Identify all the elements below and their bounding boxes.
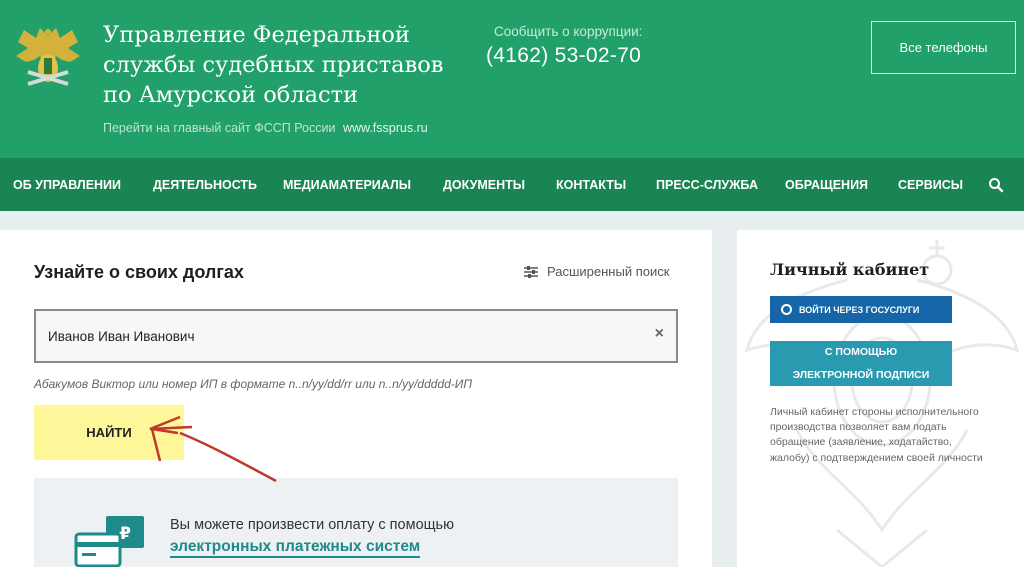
search-box: × (34, 309, 678, 363)
find-button[interactable]: НАЙТИ (34, 405, 184, 460)
nav-item-services[interactable]: СЕРВИСЫ (898, 178, 963, 192)
main-site-link[interactable]: Перейти на главный сайт ФССП России www.… (103, 121, 428, 135)
nav-item-appeals[interactable]: ОБРАЩЕНИЯ (785, 178, 868, 192)
cabinet-title: Личный кабинет (770, 260, 930, 279)
signature-line-1[interactable]: С ПОМОЩЬЮ (825, 346, 897, 358)
nav-item-press[interactable]: ПРЕСС-СЛУЖБА (656, 178, 758, 192)
digital-signature-button[interactable]: С ПОМОЩЬЮ ЭЛЕКТРОННОЙ ПОДПИСИ (770, 341, 952, 386)
org-title: Управление Федеральной службы судебных п… (103, 22, 444, 108)
corruption-phone[interactable]: (4162) 53-02-70 (486, 44, 641, 68)
gosuslugi-login-button[interactable]: ВОЙТИ ЧЕРЕЗ ГОСУСЛУГИ (770, 296, 952, 323)
search-hint: Абакумов Виктор или номер ИП в формате n… (34, 377, 473, 391)
corruption-label: Сообщить о коррупции: (494, 24, 643, 39)
all-phones-button[interactable]: Все телефоны (871, 21, 1016, 74)
debtor-search-input[interactable] (48, 326, 638, 346)
nav-item-media[interactable]: МЕДИАМАТЕРИАЛЫ (283, 178, 411, 192)
personal-cabinet-card: Личный кабинет ВОЙТИ ЧЕРЕЗ ГОСУСЛУГИ С П… (737, 230, 1024, 567)
debt-search-title: Узнайте о своих долгах (34, 262, 244, 282)
site-header: Управление Федеральной службы судебных п… (0, 0, 1024, 158)
sliders-icon (524, 265, 538, 278)
eagle-watermark-icon (744, 240, 1020, 567)
advanced-search-label[interactable]: Расширенный поиск (547, 264, 669, 279)
gosuslugi-label[interactable]: ВОЙТИ ЧЕРЕЗ ГОСУСЛУГИ (799, 305, 919, 315)
nav-item-about[interactable]: ОБ УПРАВЛЕНИИ (13, 178, 121, 192)
card-payment-icon: ₽ (74, 516, 144, 567)
payment-box: ₽ Вы можете произвести оплату с помощью … (34, 478, 678, 567)
main-site-url[interactable]: www.fssprus.ru (343, 121, 428, 135)
search-icon[interactable] (988, 177, 1004, 193)
nav-item-activity[interactable]: ДЕЯТЕЛЬНОСТЬ (153, 178, 257, 192)
payment-text: Вы можете произвести оплату с помощью (170, 517, 454, 533)
main-nav: ОБ УПРАВЛЕНИИ ДЕЯТЕЛЬНОСТЬ МЕДИАМАТЕРИАЛ… (0, 158, 1024, 211)
payment-systems-link[interactable]: электронных платежных систем (170, 538, 421, 558)
signature-line-2[interactable]: ЭЛЕКТРОННОЙ ПОДПИСИ (793, 369, 930, 381)
main-site-link-text[interactable]: Перейти на главный сайт ФССП России (103, 121, 335, 135)
debt-search-card: Узнайте о своих долгах Расширенный поиск… (0, 230, 712, 567)
nav-item-documents[interactable]: ДОКУМЕНТЫ (443, 178, 525, 192)
eagle-emblem-icon[interactable] (14, 26, 82, 98)
nav-item-contacts[interactable]: КОНТАКТЫ (556, 178, 626, 192)
cabinet-description: Личный кабинет стороны исполнительного п… (770, 406, 983, 464)
advanced-search-link[interactable]: Расширенный поиск (523, 264, 669, 279)
gosuslugi-icon (781, 304, 792, 315)
clear-icon[interactable]: × (655, 325, 664, 343)
